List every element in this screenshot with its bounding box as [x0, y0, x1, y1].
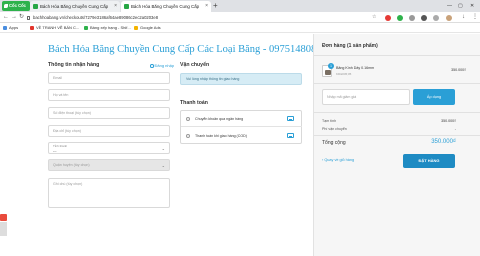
- radio-button[interactable]: [186, 117, 190, 121]
- back-to-cart-link[interactable]: ‹ Quay về giỏ hàng: [322, 158, 354, 162]
- checkout-form-column: Bách Hóa Băng Chuyền Cung Cấp Các Loại B…: [0, 34, 322, 256]
- product-image: [325, 70, 331, 75]
- extension-icon[interactable]: [397, 14, 403, 21]
- order-title: Đơn hàng (1 sản phẩm): [322, 43, 378, 49]
- maximize-icon[interactable]: ▢: [458, 0, 463, 12]
- discount-code-input[interactable]: Nhập mã giảm giá: [322, 89, 410, 105]
- leaf-icon: [4, 3, 8, 8]
- chevron-down-icon: ⌄: [161, 146, 165, 151]
- payment-option-bank-transfer[interactable]: Chuyển khoản qua ngân hàng: [181, 111, 302, 127]
- lock-icon: [27, 15, 30, 20]
- phone-field[interactable]: Số điện thoại (tùy chọn): [48, 107, 170, 119]
- bookmarks-bar: Apps VỀ TRANH VẼ BÁN C... Bảng xếp hạng …: [0, 23, 480, 33]
- download-icon[interactable]: ↓: [462, 12, 465, 23]
- product-name: Băng Kính Dây 0.16mm: [336, 66, 375, 70]
- total-value: 350.000₫: [431, 139, 456, 145]
- divider: [314, 55, 480, 56]
- district-select[interactable]: Quận huyện (tùy chọn) ⌄: [48, 159, 170, 171]
- tab-favicon-icon: [33, 4, 38, 9]
- extension-icon[interactable]: [385, 14, 391, 21]
- user-icon: [150, 64, 154, 68]
- shipping-fee-value: -: [454, 127, 456, 131]
- browser-brand-logo[interactable]: Cốc Cốc: [2, 1, 30, 11]
- shipping-fee-label: Phí vận chuyển: [322, 127, 347, 131]
- payment-options: Chuyển khoản qua ngân hàng Thanh toán kh…: [180, 110, 302, 144]
- google-ads-icon: [134, 26, 138, 30]
- quantity-badge: 1: [328, 63, 334, 69]
- subtotal-value: 350.000₫: [441, 119, 456, 123]
- reload-icon[interactable]: ↻: [19, 12, 24, 23]
- browser-tab-1[interactable]: Bách Hóa Băng Chuyền Cung Cấp ×: [30, 1, 120, 12]
- tab-label: Bách Hóa Băng Chuyền Cung Cấp: [40, 4, 109, 9]
- menu-icon[interactable]: ⋮: [472, 12, 478, 23]
- shipping-heading: Vận chuyển: [180, 62, 210, 68]
- radio-button[interactable]: [186, 134, 190, 138]
- bookmark-item[interactable]: Bảng xếp hạng - Shif...: [84, 23, 131, 33]
- divider: [314, 83, 480, 84]
- address-bar-row: ← → ↻ bachhoabang.vn/checkouts/7279e3186…: [0, 12, 480, 23]
- divider: [314, 135, 480, 136]
- close-tab-icon[interactable]: ×: [205, 1, 208, 12]
- shipping-info-heading: Thông tin nhận hàng: [48, 62, 100, 68]
- divider: [314, 112, 480, 113]
- side-widget[interactable]: [0, 222, 7, 236]
- tab-label: Bách Hóa Băng Chuyền Cung Cấp: [131, 4, 200, 9]
- product-sku: KD&#45;05: [336, 72, 352, 76]
- total-label: Tổng cộng: [322, 140, 346, 146]
- bookmark-favicon-icon: [30, 26, 34, 30]
- close-tab-icon[interactable]: ×: [114, 1, 117, 12]
- bookmark-item[interactable]: Google Ads: [134, 23, 161, 33]
- tab-favicon-icon: [124, 4, 129, 9]
- browser-tab-2[interactable]: Bách Hóa Băng Chuyền Cung Cấp ×: [121, 1, 211, 12]
- browser-tab-bar: Cốc Cốc Bách Hóa Băng Chuyền Cung Cấp × …: [0, 0, 480, 12]
- back-arrow-icon[interactable]: ←: [3, 12, 9, 23]
- payment-card-icon: [287, 116, 294, 121]
- address-field[interactable]: Địa chỉ (tùy chọn): [48, 125, 170, 137]
- extension-icon[interactable]: [433, 14, 439, 21]
- bookmark-item[interactable]: VỀ TRANH VẼ BÁN C...: [30, 23, 79, 33]
- name-field[interactable]: Họ và tên: [48, 89, 170, 101]
- subtotal-label: Tạm tính: [322, 119, 337, 123]
- product-price: 350.000₫: [451, 68, 466, 72]
- apply-discount-button[interactable]: Áp dụng: [413, 89, 455, 105]
- url-field[interactable]: bachhoabang.vn/checkouts/7279e3186af64ae…: [26, 14, 362, 22]
- shipping-notice: Vui lòng nhập thông tin giao hàng: [180, 73, 302, 85]
- minimize-icon[interactable]: —: [447, 0, 452, 12]
- bookmark-apps[interactable]: Apps: [3, 23, 18, 33]
- note-textarea[interactable]: Ghi chú (tùy chọn): [48, 178, 170, 208]
- email-field[interactable]: Email: [48, 72, 170, 84]
- payment-heading: Thanh toán: [180, 100, 208, 106]
- forward-arrow-icon[interactable]: →: [11, 12, 17, 23]
- product-thumbnail: 1: [322, 63, 334, 77]
- bookmark-favicon-icon: [84, 26, 88, 30]
- chevron-down-icon: ⌄: [161, 163, 165, 168]
- order-summary-panel: Đơn hàng (1 sản phẩm) 1 Băng Kính Dây 0.…: [313, 34, 480, 256]
- apps-grid-icon: [3, 26, 7, 30]
- checkout-page: Bách Hóa Băng Chuyền Cung Cấp Các Loại B…: [0, 34, 480, 256]
- new-tab-plus-icon[interactable]: +: [213, 0, 218, 12]
- extension-icon[interactable]: [409, 14, 415, 21]
- payment-option-cod[interactable]: Thanh toán khi giao hàng (COD): [181, 128, 302, 144]
- extension-icon[interactable]: [421, 14, 427, 21]
- store-title[interactable]: Bách Hóa Băng Chuyền Cung Cấp Các Loại B…: [48, 44, 322, 55]
- login-link[interactable]: Đăng nhập: [150, 63, 174, 68]
- payment-cash-icon: [287, 133, 294, 138]
- star-icon[interactable]: ☆: [372, 12, 376, 23]
- side-promo-badge[interactable]: [0, 214, 7, 221]
- profile-avatar[interactable]: [446, 14, 452, 21]
- place-order-button[interactable]: ĐẶT HÀNG: [403, 154, 455, 168]
- close-window-icon[interactable]: ✕: [470, 0, 474, 12]
- province-select[interactable]: Tỉnh thành --- ⌄: [48, 142, 170, 154]
